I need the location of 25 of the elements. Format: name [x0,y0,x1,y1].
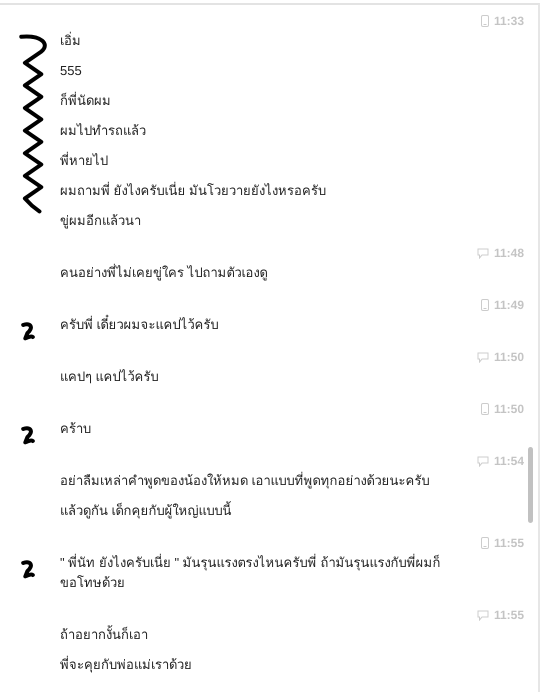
message-text: ถ้าอยากงั้นก็เอา [60,625,149,644]
message-text: ผมไปทำรถแล้ว [60,122,147,140]
message-text: อย่าลืมเหล่าคำพูดของน้องให้หมด เอาแบบที่พูดทุกอย่างด้วยนะครับ [60,471,431,490]
message-text: เอิ่ม [60,31,82,50]
message-text: ขู่ผมอีกแล้วนา [60,212,142,230]
scrollbar-thumb[interactable] [528,447,533,523]
message-time: 11:50 [494,402,524,416]
message-time: 11:48 [494,246,524,260]
message-text: พี่หายไป [60,151,109,170]
message-time: 11:33 [494,14,524,28]
message-text: แล้วดูกัน เด็กคุยกับผู้ใหญ่แบบนี้ [60,501,233,520]
message-text: ครับพี่ เดี๋ยวผมจะแคปไว้ครับ [60,315,478,345]
message-text: พี่จะคุยกับพ่อแม่เราด้วย [60,655,193,674]
message-text: คร้าบ [60,420,92,438]
message-text: คนอย่างพี่ไม่เคยขู่ใคร ไปถามตัวเองดู [60,263,269,282]
message-time: 11:55 [494,536,524,550]
message-text: ผมถามพี่ ยังไงครับเนี่ย มันโวยวายยังไงหรอครับ [60,181,328,200]
message-text: 555 [60,62,83,80]
message-time: 11:55 [494,608,524,622]
message-time: 11:54 [494,454,524,468]
message-time: 11:50 [494,350,524,364]
message-text: ก็พี่นัดผม [60,91,112,110]
message-text: แคปๆ แคปไว้ครับ [60,368,160,386]
message-time: 11:49 [494,298,524,312]
message-text: " พี่นัท ยังไงครับเนี่ย " มันรุนแรงตรงไหนครับพี่ ถ้ามันรุนแรงกับพี่ผมก็ขอโทษด้วย [60,553,442,592]
